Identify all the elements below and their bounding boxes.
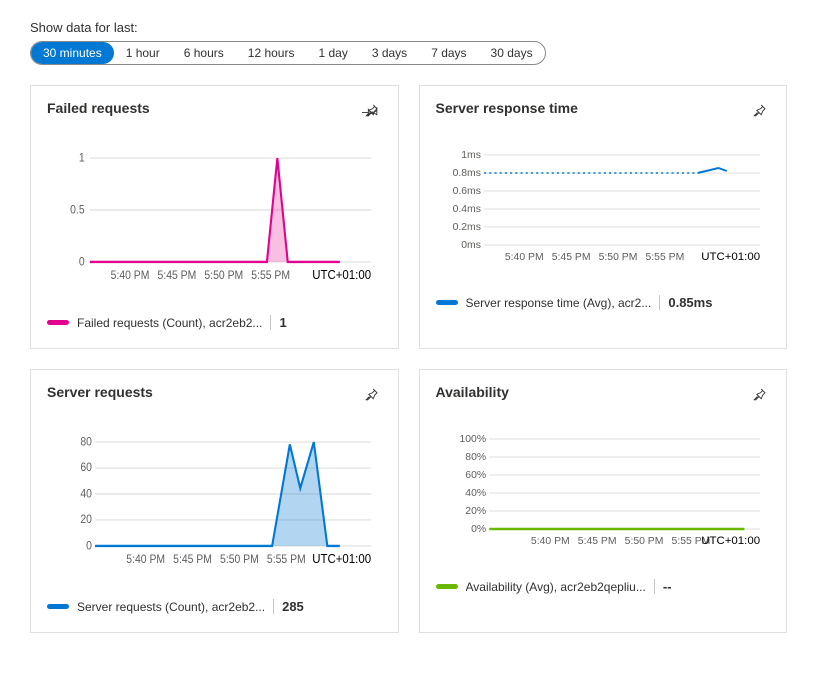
legend-swatch bbox=[436, 300, 458, 305]
svg-text:20: 20 bbox=[80, 513, 92, 526]
svg-text:5:55 PM: 5:55 PM bbox=[267, 554, 306, 567]
panel-server-response-time: Server response time 0ms 0.2ms 0.4ms 0.6… bbox=[419, 85, 788, 349]
svg-text:5:40 PM: 5:40 PM bbox=[126, 554, 165, 567]
panel-server-requests: Server requests 0 20 40 60 80 5:40 PM bbox=[30, 369, 399, 633]
svg-text:5:45 PM: 5:45 PM bbox=[173, 554, 212, 567]
panel-title: Failed requests bbox=[47, 100, 150, 116]
svg-text:80%: 80% bbox=[465, 452, 486, 463]
time-option-7d[interactable]: 7 days bbox=[419, 42, 478, 64]
svg-text:UTC+01:00: UTC+01:00 bbox=[701, 251, 760, 263]
svg-text:60%: 60% bbox=[465, 470, 486, 481]
time-option-1h[interactable]: 1 hour bbox=[114, 42, 172, 64]
chart-server-requests: 0 20 40 60 80 5:40 PM 5:45 PM 5:50 PM 5:… bbox=[69, 419, 382, 569]
time-option-6h[interactable]: 6 hours bbox=[172, 42, 236, 64]
svg-text:5:55 PM: 5:55 PM bbox=[645, 252, 684, 263]
svg-text:UTC+01:00: UTC+01:00 bbox=[312, 552, 371, 567]
pin-icon bbox=[750, 386, 768, 404]
legend-swatch bbox=[436, 584, 458, 589]
time-filter-label: Show data for last: bbox=[30, 20, 787, 35]
pin-icon bbox=[362, 102, 380, 120]
legend-label: Availability (Avg), acr2eb2qepliu... bbox=[466, 580, 646, 594]
legend-value: 0.85ms bbox=[659, 295, 712, 310]
svg-text:20%: 20% bbox=[465, 506, 486, 517]
legend-label: Server requests (Count), acr2eb2... bbox=[77, 600, 265, 614]
svg-text:1ms: 1ms bbox=[461, 150, 481, 161]
svg-text:40%: 40% bbox=[465, 488, 486, 499]
svg-text:80: 80 bbox=[80, 436, 92, 449]
svg-text:5:40 PM: 5:40 PM bbox=[504, 252, 543, 263]
legend-label: Server response time (Avg), acr2... bbox=[466, 296, 652, 310]
svg-text:0.6ms: 0.6ms bbox=[452, 186, 480, 197]
svg-text:60: 60 bbox=[80, 461, 92, 474]
legend-label: Failed requests (Count), acr2eb2... bbox=[77, 316, 262, 330]
svg-text:0.8ms: 0.8ms bbox=[452, 168, 480, 179]
svg-text:5:50 PM: 5:50 PM bbox=[598, 252, 637, 263]
time-option-30m[interactable]: 30 minutes bbox=[31, 42, 114, 64]
svg-text:UTC+01:00: UTC+01:00 bbox=[701, 535, 760, 547]
svg-text:5:45 PM: 5:45 PM bbox=[551, 252, 590, 263]
svg-text:0: 0 bbox=[86, 540, 92, 553]
svg-text:5:40 PM: 5:40 PM bbox=[530, 536, 569, 547]
panel-title: Server requests bbox=[47, 384, 153, 400]
chart-failed-requests: 0 0.5 1 5:40 PM 5:45 PM 5:50 PM 5:55 PM … bbox=[69, 135, 382, 285]
time-range-selector: 30 minutes 1 hour 6 hours 12 hours 1 day… bbox=[30, 41, 546, 65]
chart-server-response-time: 0ms 0.2ms 0.4ms 0.6ms 0.8ms 1ms 5:40 PM … bbox=[458, 135, 771, 265]
svg-text:5:40 PM: 5:40 PM bbox=[111, 270, 150, 283]
panel-availability: Availability 0% 20% 40% 60% 80% 100% bbox=[419, 369, 788, 633]
legend-value: 1 bbox=[270, 315, 286, 330]
time-option-12h[interactable]: 12 hours bbox=[236, 42, 307, 64]
svg-text:UTC+01:00: UTC+01:00 bbox=[312, 268, 371, 283]
time-option-3d[interactable]: 3 days bbox=[360, 42, 419, 64]
svg-text:5:50 PM: 5:50 PM bbox=[220, 554, 259, 567]
svg-text:5:50 PM: 5:50 PM bbox=[204, 270, 243, 283]
svg-text:0.4ms: 0.4ms bbox=[452, 204, 480, 215]
svg-text:5:45 PM: 5:45 PM bbox=[158, 270, 197, 283]
svg-text:5:55 PM: 5:55 PM bbox=[251, 270, 290, 283]
svg-text:100%: 100% bbox=[459, 434, 486, 445]
time-option-30d[interactable]: 30 days bbox=[479, 42, 545, 64]
legend-swatch bbox=[47, 604, 69, 609]
pin-icon bbox=[362, 386, 380, 404]
svg-text:0.5: 0.5 bbox=[70, 204, 84, 217]
pin-button[interactable] bbox=[360, 100, 382, 125]
panel-title: Availability bbox=[436, 384, 509, 400]
legend-value: -- bbox=[654, 579, 672, 594]
chart-availability: 0% 20% 40% 60% 80% 100% 5:40 PM 5:45 PM … bbox=[458, 419, 771, 549]
legend-swatch bbox=[47, 320, 69, 325]
svg-text:0%: 0% bbox=[471, 524, 486, 535]
panel-failed-requests: Failed requests 0 0.5 1 5:40 PM 5:45 PM … bbox=[30, 85, 399, 349]
panel-title: Server response time bbox=[436, 100, 578, 116]
svg-text:0: 0 bbox=[79, 256, 85, 269]
svg-text:40: 40 bbox=[80, 488, 92, 501]
pin-button[interactable] bbox=[748, 100, 770, 125]
svg-text:0.2ms: 0.2ms bbox=[452, 222, 480, 233]
svg-text:0ms: 0ms bbox=[461, 240, 481, 251]
svg-text:5:45 PM: 5:45 PM bbox=[577, 536, 616, 547]
pin-icon bbox=[750, 102, 768, 120]
svg-text:1: 1 bbox=[79, 152, 85, 165]
pin-button[interactable] bbox=[748, 384, 770, 409]
legend-value: 285 bbox=[273, 599, 304, 614]
pin-button[interactable] bbox=[360, 384, 382, 409]
svg-text:5:50 PM: 5:50 PM bbox=[624, 536, 663, 547]
time-option-1d[interactable]: 1 day bbox=[306, 42, 359, 64]
